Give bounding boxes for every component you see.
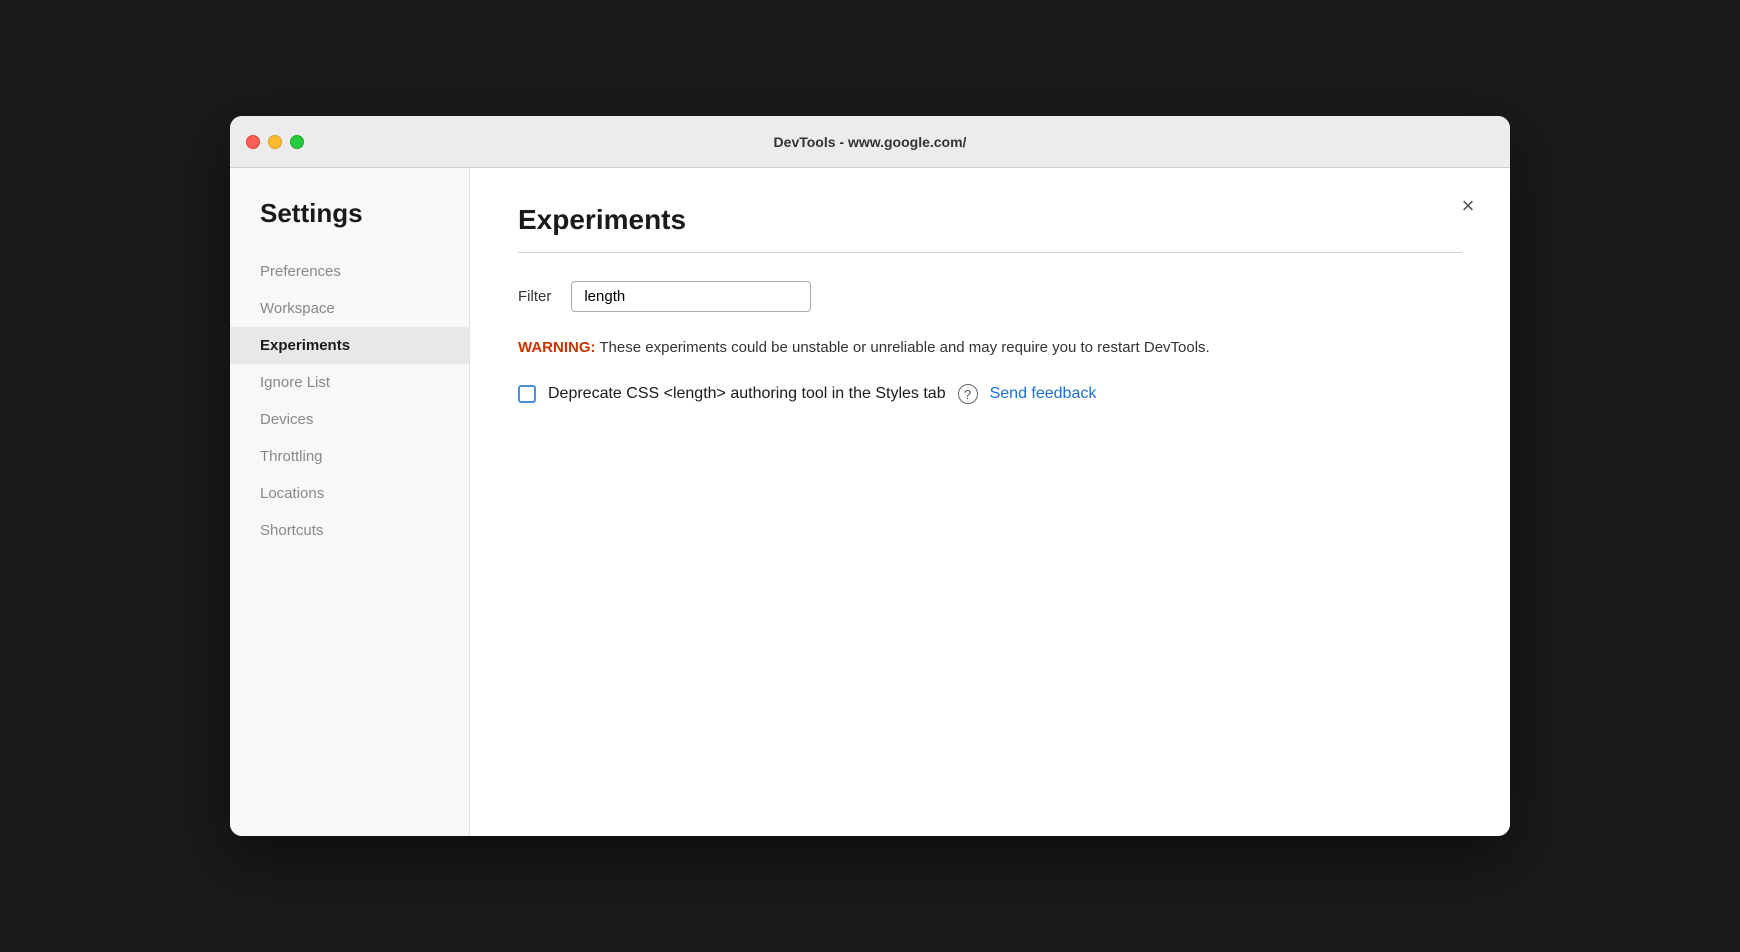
- filter-label: Filter: [518, 288, 551, 305]
- experiment-row-0: Deprecate CSS <length> authoring tool in…: [518, 384, 1462, 404]
- sidebar-item-throttling[interactable]: Throttling: [230, 438, 469, 475]
- close-traffic-light[interactable]: [246, 135, 260, 149]
- titlebar: DevTools - www.google.com/: [230, 116, 1510, 168]
- experiment-checkbox-0[interactable]: [518, 385, 536, 403]
- sidebar-item-preferences[interactable]: Preferences: [230, 253, 469, 290]
- sidebar: Settings Preferences Workspace Experimen…: [230, 168, 470, 836]
- section-title: Experiments: [518, 204, 1462, 236]
- help-icon[interactable]: ?: [958, 384, 978, 404]
- filter-input[interactable]: [571, 281, 811, 312]
- sidebar-item-shortcuts[interactable]: Shortcuts: [230, 512, 469, 549]
- devtools-window: DevTools - www.google.com/ Settings Pref…: [230, 116, 1510, 836]
- send-feedback-link[interactable]: Send feedback: [990, 385, 1097, 403]
- sidebar-item-ignore-list[interactable]: Ignore List: [230, 364, 469, 401]
- sidebar-item-workspace[interactable]: Workspace: [230, 290, 469, 327]
- sidebar-item-locations[interactable]: Locations: [230, 475, 469, 512]
- close-button[interactable]: ×: [1454, 192, 1482, 220]
- main-content: × Experiments Filter WARNING: These expe…: [470, 168, 1510, 836]
- warning-label: WARNING:: [518, 339, 596, 356]
- warning-body: These experiments could be unstable or u…: [596, 339, 1210, 356]
- window-title: DevTools - www.google.com/: [774, 134, 967, 150]
- window-content: Settings Preferences Workspace Experimen…: [230, 168, 1510, 836]
- traffic-lights: [246, 135, 304, 149]
- section-divider: [518, 252, 1462, 253]
- minimize-traffic-light[interactable]: [268, 135, 282, 149]
- experiment-label-0: Deprecate CSS <length> authoring tool in…: [548, 385, 946, 403]
- sidebar-title: Settings: [230, 198, 469, 253]
- warning-text: WARNING: These experiments could be unst…: [518, 336, 1462, 360]
- sidebar-item-devices[interactable]: Devices: [230, 401, 469, 438]
- sidebar-item-experiments[interactable]: Experiments: [230, 327, 469, 364]
- maximize-traffic-light[interactable]: [290, 135, 304, 149]
- filter-row: Filter: [518, 281, 1462, 312]
